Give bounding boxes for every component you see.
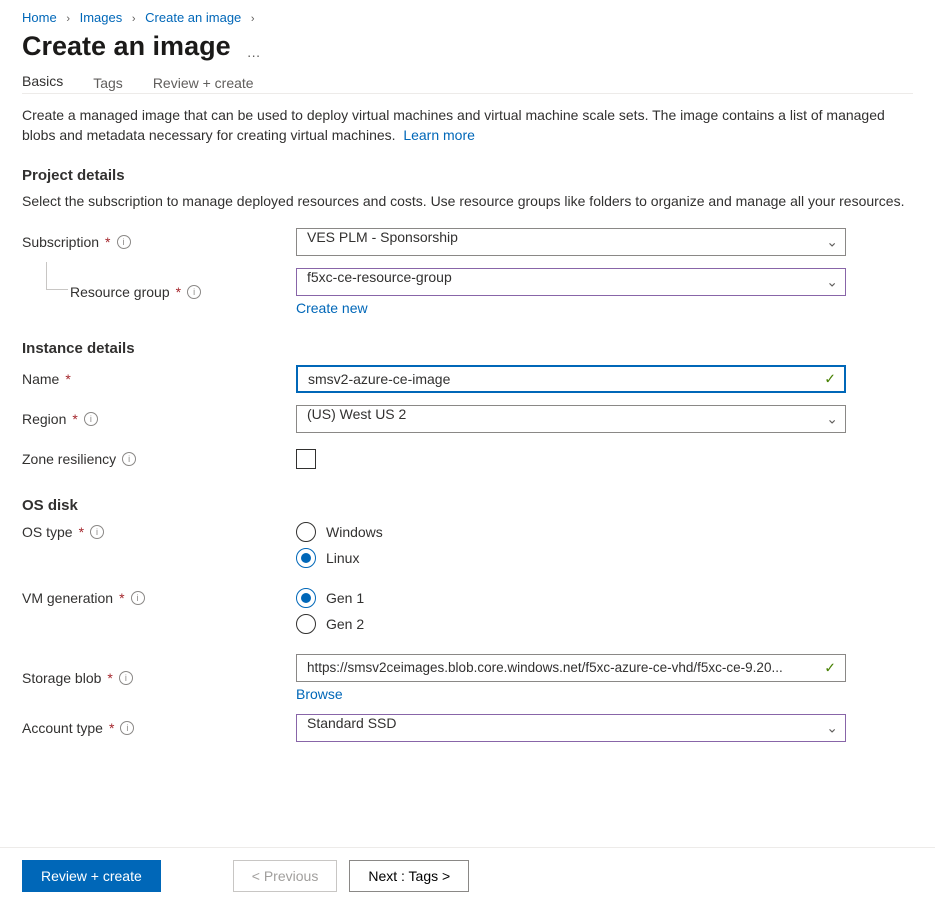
tab-review-create[interactable]: Review + create xyxy=(153,76,254,94)
zone-resiliency-label: Zone resiliency i xyxy=(22,451,296,467)
os-type-label: OS type* i xyxy=(22,522,296,540)
breadcrumb-images[interactable]: Images xyxy=(80,10,123,25)
chevron-right-icon: › xyxy=(251,13,255,25)
tab-tags[interactable]: Tags xyxy=(93,76,123,94)
region-select[interactable]: (US) West US 2 xyxy=(296,405,846,433)
check-icon: ✓ xyxy=(824,659,836,676)
os-type-linux-label: Linux xyxy=(326,550,359,566)
review-create-button[interactable]: Review + create xyxy=(22,860,161,892)
info-icon[interactable]: i xyxy=(131,591,145,605)
info-icon[interactable]: i xyxy=(117,235,131,249)
subscription-select[interactable]: VES PLM - Sponsorship xyxy=(296,228,846,256)
account-type-label: Account type* i xyxy=(22,720,296,736)
vm-generation-label: VM generation* i xyxy=(22,588,296,606)
check-icon: ✓ xyxy=(824,370,836,387)
chevron-right-icon: › xyxy=(132,13,136,25)
project-details-sub: Select the subscription to manage deploy… xyxy=(22,192,913,212)
footer-actions: Review + create < Previous Next : Tags > xyxy=(0,847,935,904)
next-tags-button[interactable]: Next : Tags > xyxy=(349,860,469,892)
name-input[interactable] xyxy=(296,365,846,393)
info-icon[interactable]: i xyxy=(84,412,98,426)
os-disk-header: OS disk xyxy=(22,497,913,514)
vm-gen-2-label: Gen 2 xyxy=(326,616,364,632)
os-type-windows-label: Windows xyxy=(326,524,383,540)
info-icon[interactable]: i xyxy=(90,525,104,539)
info-icon[interactable]: i xyxy=(119,671,133,685)
intro-description: Create a managed image that can be used … xyxy=(22,106,913,145)
info-icon[interactable]: i xyxy=(122,452,136,466)
info-icon[interactable]: i xyxy=(120,721,134,735)
breadcrumb-create-image[interactable]: Create an image xyxy=(145,10,241,25)
more-menu-icon[interactable]: … xyxy=(247,44,262,60)
subscription-label: Subscription* i xyxy=(22,234,296,250)
chevron-right-icon: › xyxy=(66,13,70,25)
vm-gen-1-radio[interactable]: Gen 1 xyxy=(296,588,846,608)
breadcrumb-home[interactable]: Home xyxy=(22,10,57,25)
vm-gen-1-label: Gen 1 xyxy=(326,590,364,606)
previous-button[interactable]: < Previous xyxy=(233,860,338,892)
resource-group-select[interactable]: f5xc-ce-resource-group xyxy=(296,268,846,296)
storage-blob-input[interactable] xyxy=(296,654,846,682)
tabs: Basics Tags Review + create xyxy=(22,76,913,94)
zone-resiliency-checkbox[interactable] xyxy=(296,449,316,469)
os-type-windows-radio[interactable]: Windows xyxy=(296,522,846,542)
browse-link[interactable]: Browse xyxy=(296,686,343,702)
tab-basics[interactable]: Basics xyxy=(22,76,63,94)
name-label: Name* xyxy=(22,371,296,387)
instance-details-header: Instance details xyxy=(22,340,913,357)
learn-more-link[interactable]: Learn more xyxy=(403,127,475,143)
create-new-link[interactable]: Create new xyxy=(296,300,368,316)
info-icon[interactable]: i xyxy=(187,285,201,299)
breadcrumb: Home › Images › Create an image › xyxy=(22,10,913,25)
project-details-header: Project details xyxy=(22,167,913,184)
page-title: Create an image xyxy=(22,31,231,62)
os-type-linux-radio[interactable]: Linux xyxy=(296,548,846,568)
storage-blob-label: Storage blob* i xyxy=(22,670,296,686)
account-type-select[interactable]: Standard SSD xyxy=(296,714,846,742)
resource-group-label: Resource group* i xyxy=(22,284,296,300)
vm-gen-2-radio[interactable]: Gen 2 xyxy=(296,614,846,634)
region-label: Region* i xyxy=(22,411,296,427)
